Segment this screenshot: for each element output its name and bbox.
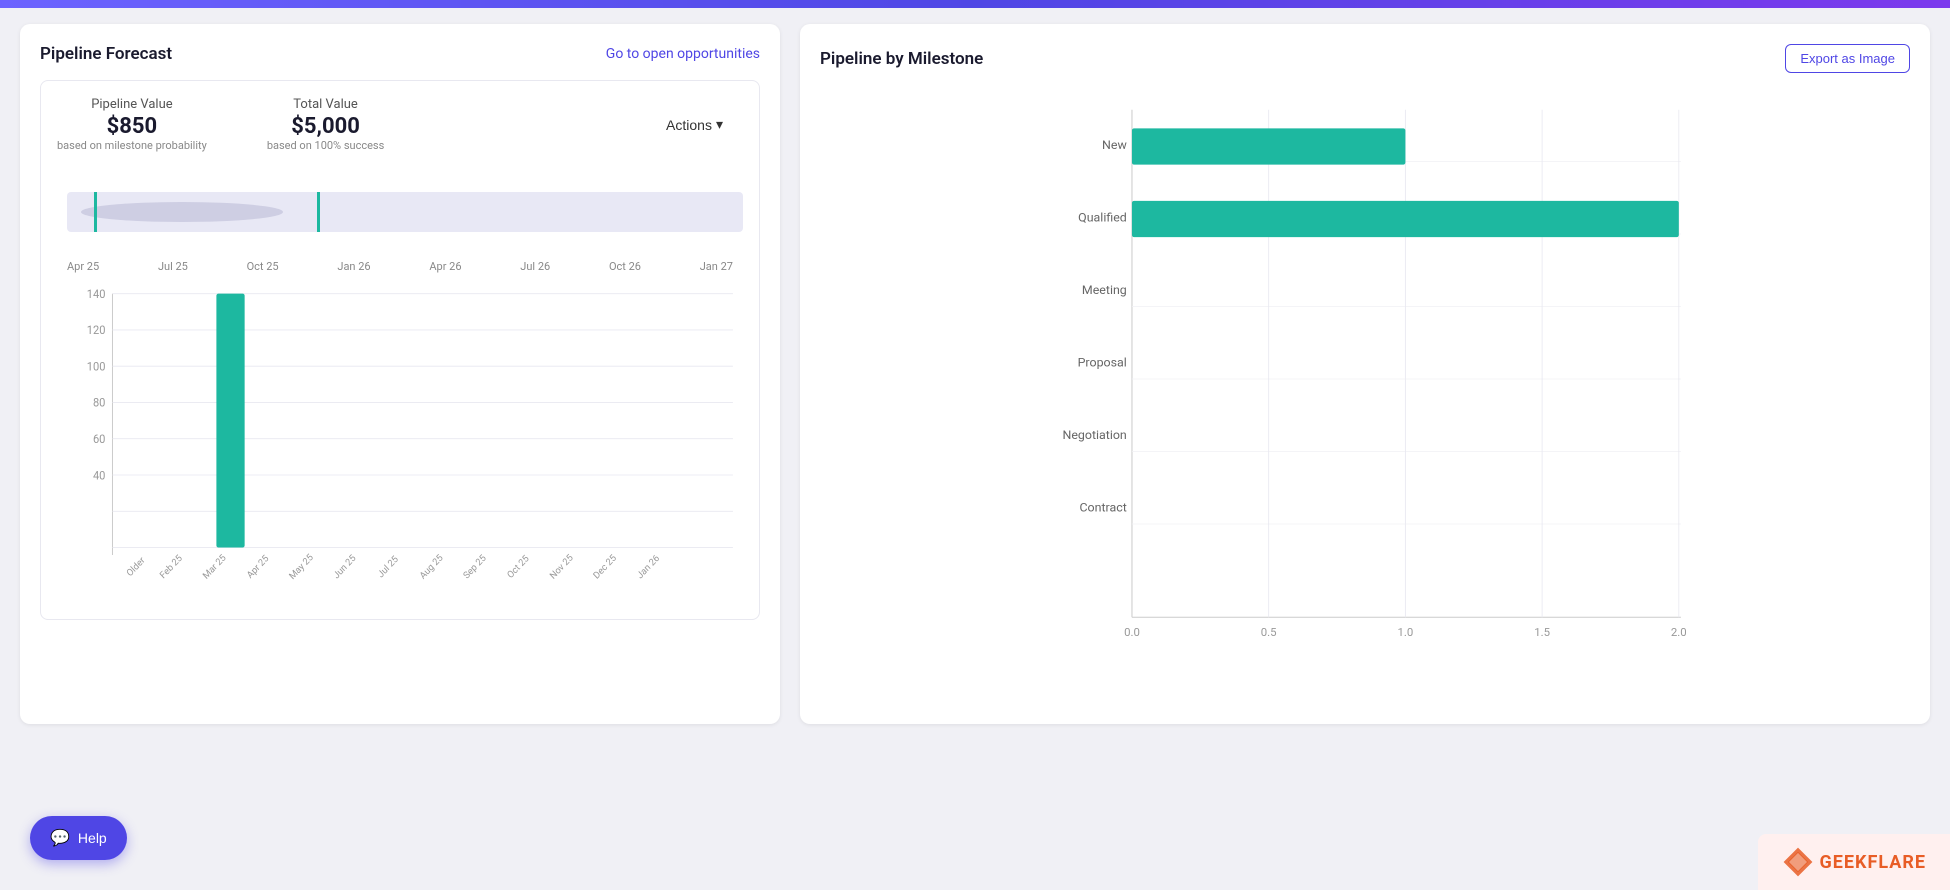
timeline-label-0: Apr 25 [67,260,99,273]
svg-text:Meeting: Meeting [1082,283,1127,298]
left-card-header: Pipeline Forecast Go to open opportuniti… [40,44,760,64]
svg-text:New: New [1102,138,1127,153]
actions-button[interactable]: Actions ▾ [666,116,723,133]
bar-chart-area: 140 120 100 80 60 40 Older Feb 25 Mar 25… [57,283,743,603]
main-content: Pipeline Forecast Go to open opportuniti… [0,8,1950,744]
svg-text:40: 40 [93,468,105,482]
svg-text:100: 100 [87,359,106,373]
pipeline-milestone-card: Pipeline by Milestone Export as Image [800,24,1930,724]
svg-text:80: 80 [93,395,105,409]
total-value: $5,000 [267,114,384,139]
chat-icon: 💬 [50,828,70,848]
timeline-label-5: Jul 26 [520,260,550,273]
geekflare-name: GEEKFLARE [1820,852,1927,873]
svg-text:May 25: May 25 [287,552,315,582]
svg-text:0.5: 0.5 [1261,625,1277,639]
timeline-marker-left [94,192,97,232]
svg-text:Proposal: Proposal [1078,356,1127,371]
svg-text:Aug 25: Aug 25 [418,552,446,581]
timeline-label-6: Oct 26 [609,260,641,273]
timeline-background [67,192,743,232]
geekflare-logo: GEEKFLARE [1782,846,1927,878]
svg-text:1.5: 1.5 [1534,625,1550,639]
svg-text:140: 140 [87,287,106,301]
open-opportunities-link[interactable]: Go to open opportunities [606,46,760,62]
pipeline-value: $850 [57,114,207,139]
svg-text:0.0: 0.0 [1124,625,1140,639]
svg-text:Oct 25: Oct 25 [505,553,531,581]
svg-text:Qualified: Qualified [1078,211,1127,226]
svg-text:Contract: Contract [1079,501,1126,516]
right-card-title: Pipeline by Milestone [820,49,983,69]
svg-text:Mar 25: Mar 25 [201,552,229,581]
total-sub: based on 100% success [267,139,384,152]
timeline-label-7: Jan 27 [700,260,733,273]
left-card-title: Pipeline Forecast [40,44,172,64]
export-as-image-button[interactable]: Export as Image [1785,44,1910,73]
svg-text:Older: Older [125,554,148,579]
svg-text:Jul 25: Jul 25 [376,554,401,580]
right-card-header: Pipeline by Milestone Export as Image [820,44,1910,73]
svg-text:Dec 25: Dec 25 [591,553,618,582]
total-label: Total Value [267,97,384,112]
pipeline-sub: based on milestone probability [57,139,207,152]
actions-label: Actions [666,117,712,133]
timeline-marker-right [317,192,320,232]
bar-chart-svg: 140 120 100 80 60 40 Older Feb 25 Mar 25… [57,283,743,603]
milestone-chart: New Qualified Meeting Proposal Negotiati… [820,89,1910,669]
svg-text:1.0: 1.0 [1397,625,1413,639]
chevron-down-icon: ▾ [716,116,723,133]
svg-text:Jun 25: Jun 25 [331,553,358,582]
timeline-label-1: Jul 25 [158,260,188,273]
help-label: Help [78,830,107,846]
svg-text:120: 120 [87,323,106,337]
geekflare-diamond-icon [1782,846,1814,878]
timeline-label-2: Oct 25 [247,260,279,273]
help-button[interactable]: 💬 Help [30,816,127,860]
top-bar [0,0,1950,8]
timeline-label-4: Apr 26 [429,260,461,273]
svg-text:Negotiation: Negotiation [1062,428,1126,443]
svg-text:Nov 25: Nov 25 [548,552,576,581]
pipeline-value-block: Pipeline Value $850 based on milestone p… [57,97,207,152]
pipeline-label: Pipeline Value [57,97,207,112]
timeline-label-3: Jan 26 [337,260,370,273]
timeline-chart [57,172,743,252]
metrics-row: Pipeline Value $850 based on milestone p… [57,97,743,152]
total-value-block: Total Value $5,000 based on 100% success [267,97,384,152]
svg-text:Sep 25: Sep 25 [461,553,488,582]
forecast-inner-card: Pipeline Value $850 based on milestone p… [40,80,760,620]
svg-text:60: 60 [93,432,105,446]
timeline-hump [81,202,284,222]
milestone-svg: New Qualified Meeting Proposal Negotiati… [820,89,1910,669]
timeline-labels: Apr 25 Jul 25 Oct 25 Jan 26 Apr 26 Jul 2… [57,260,743,273]
svg-text:Feb 25: Feb 25 [158,553,185,581]
svg-text:Jan 26: Jan 26 [635,553,662,581]
pipeline-forecast-card: Pipeline Forecast Go to open opportuniti… [20,24,780,724]
svg-text:Apr 25: Apr 25 [245,553,271,581]
footer: GEEKFLARE [1758,834,1950,890]
svg-text:2.0: 2.0 [1671,625,1687,639]
